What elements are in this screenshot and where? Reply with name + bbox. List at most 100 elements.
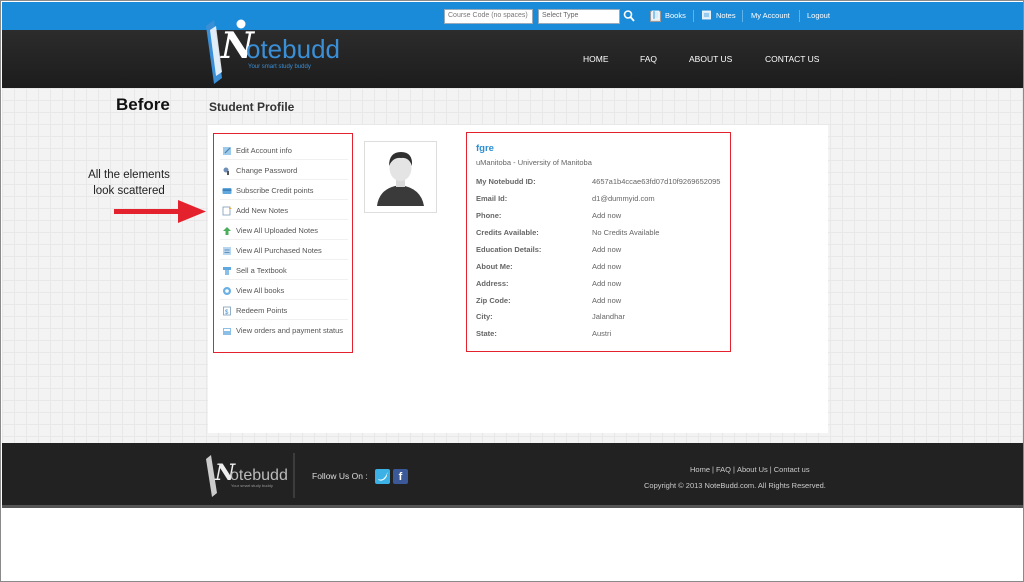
menu-item-view-books[interactable]: View All books	[220, 280, 348, 300]
menu-item-label: Redeem Points	[236, 306, 288, 315]
red-arrow-icon	[114, 200, 206, 223]
svg-text:otebudd: otebudd	[246, 34, 340, 64]
profile-row-about-me: About Me: Add now	[476, 262, 726, 274]
field-label: My Notebudd ID:	[476, 177, 536, 186]
menu-item-label: View All books	[236, 286, 285, 295]
profile-row-education: Education Details: Add now	[476, 245, 726, 257]
menu-item-label: Sell a Textbook	[236, 266, 287, 275]
field-value: Jalandhar	[592, 312, 625, 321]
field-label: Phone:	[476, 211, 502, 220]
profile-row-phone: Phone: Add now	[476, 211, 726, 223]
notebudd-logo[interactable]: N otebudd Your smart study buddy	[204, 18, 344, 88]
nav-about-us[interactable]: ABOUT US	[689, 54, 732, 64]
avatar[interactable]	[364, 141, 437, 213]
profile-university: uManitoba - University of Manitoba	[476, 158, 592, 167]
menu-item-label: Add New Notes	[236, 206, 289, 215]
notes-icon	[702, 10, 711, 20]
menu-item-label: View orders and payment status	[236, 326, 344, 335]
menu-item-add-notes[interactable]: Add New Notes	[220, 200, 348, 220]
profile-row-state: State: Austri	[476, 329, 726, 341]
profile-row-credits: Credits Available: No Credits Available	[476, 228, 726, 240]
menu-item-subscribe-credit[interactable]: Subscribe Credit points	[220, 180, 348, 200]
edit-icon	[223, 147, 231, 155]
profile-row-notebudd-id: My Notebudd ID: 4657a1b4ccae63fd07d10f92…	[476, 177, 726, 189]
facebook-icon[interactable]: f	[393, 469, 408, 484]
footer-logo[interactable]: N otebudd Your smart study buddy	[205, 453, 295, 498]
field-label: City:	[476, 312, 493, 321]
page-title: Student Profile	[209, 100, 295, 114]
logout-link[interactable]: Logout	[807, 11, 830, 20]
menu-item-label: Change Password	[236, 166, 298, 175]
profile-details: fgre uManitoba - University of Manitoba …	[466, 132, 731, 352]
my-account-link[interactable]: My Account	[751, 11, 790, 20]
search-icon[interactable]	[623, 9, 635, 23]
screenshot-frame: Course Code (no spaces) Select Type ▼ Bo…	[0, 0, 1024, 582]
footer-divider	[2, 505, 1023, 508]
svg-text:Your smart study buddy: Your smart study buddy	[231, 483, 273, 488]
add-now-link[interactable]: Add now	[592, 262, 621, 271]
nav-contact-us[interactable]: CONTACT US	[765, 54, 819, 64]
menu-item-label: Edit Account info	[236, 146, 292, 155]
account-menu: Edit Account info Change Password Subscr…	[213, 133, 353, 353]
annotation-note: All the elements look scattered	[88, 169, 170, 197]
notes-link[interactable]: Notes	[716, 11, 736, 20]
add-now-link[interactable]: Add now	[592, 296, 621, 305]
profile-row-zip: Zip Code: Add now	[476, 296, 726, 308]
field-value: d1@dummyid.com	[592, 194, 655, 203]
nav-faq[interactable]: FAQ	[640, 54, 657, 64]
user-avatar-icon	[377, 152, 424, 206]
copyright-text: Copyright © 2013 NoteBudd.com. All Right…	[644, 481, 826, 490]
sell-icon	[223, 267, 231, 275]
books-link[interactable]: Books	[665, 11, 686, 20]
menu-item-uploaded-notes[interactable]: View All Uploaded Notes	[220, 220, 348, 240]
orders-icon	[223, 328, 231, 335]
site-header	[2, 30, 1023, 88]
footer-link-contact[interactable]: Contact us	[774, 465, 810, 474]
select-type-value: Select Type	[542, 12, 579, 19]
footer-link-home[interactable]: Home	[690, 465, 710, 474]
field-label: Zip Code:	[476, 296, 511, 305]
field-value: Austri	[592, 329, 612, 338]
field-label: Email Id:	[476, 194, 508, 203]
menu-item-change-password[interactable]: Change Password	[220, 160, 348, 180]
course-code-input[interactable]: Course Code (no spaces)	[444, 9, 533, 24]
redeem-icon: $	[223, 306, 231, 316]
topbar-divider	[742, 10, 743, 22]
profile-row-city: City: Jalandhar	[476, 312, 726, 324]
profile-row-address: Address: Add now	[476, 279, 726, 291]
profile-name[interactable]: fgre	[476, 143, 494, 154]
menu-item-redeem-points[interactable]: $ Redeem Points	[220, 300, 348, 320]
site-footer	[2, 443, 1023, 505]
profile-row-email: Email Id: d1@dummyid.com	[476, 194, 726, 206]
before-annotation: Before	[116, 95, 170, 114]
nav-home[interactable]: HOME	[583, 54, 609, 64]
field-label: Credits Available:	[476, 228, 539, 237]
follow-us-label: Follow Us On :	[312, 471, 368, 481]
key-icon	[223, 167, 229, 175]
field-label: Address:	[476, 279, 509, 288]
topbar-divider	[693, 10, 694, 22]
menu-item-view-orders[interactable]: View orders and payment status	[220, 320, 348, 340]
books-icon	[651, 10, 660, 20]
select-type-dropdown[interactable]: Select Type ▼	[538, 9, 661, 24]
twitter-icon[interactable]	[375, 469, 390, 484]
footer-links: Home | FAQ | About Us | Contact us	[690, 465, 810, 474]
field-label: Education Details:	[476, 245, 542, 254]
topbar-divider	[799, 10, 800, 22]
field-value: No Credits Available	[592, 228, 660, 237]
purchase-icon	[223, 247, 231, 255]
field-label: About Me:	[476, 262, 513, 271]
menu-item-purchased-notes[interactable]: View All Purchased Notes	[220, 240, 348, 260]
menu-item-edit-account[interactable]: Edit Account info	[220, 140, 348, 160]
add-now-link[interactable]: Add now	[592, 245, 621, 254]
footer-link-about[interactable]: About Us	[737, 465, 768, 474]
field-label: State:	[476, 329, 497, 338]
menu-item-sell-textbook[interactable]: Sell a Textbook	[220, 260, 348, 280]
credit-icon	[222, 188, 232, 194]
add-note-icon	[222, 206, 232, 216]
footer-link-faq[interactable]: FAQ	[716, 465, 731, 474]
menu-item-label: View All Purchased Notes	[236, 246, 322, 255]
menu-item-label: View All Uploaded Notes	[236, 226, 318, 235]
add-now-link[interactable]: Add now	[592, 279, 621, 288]
add-now-link[interactable]: Add now	[592, 211, 621, 220]
